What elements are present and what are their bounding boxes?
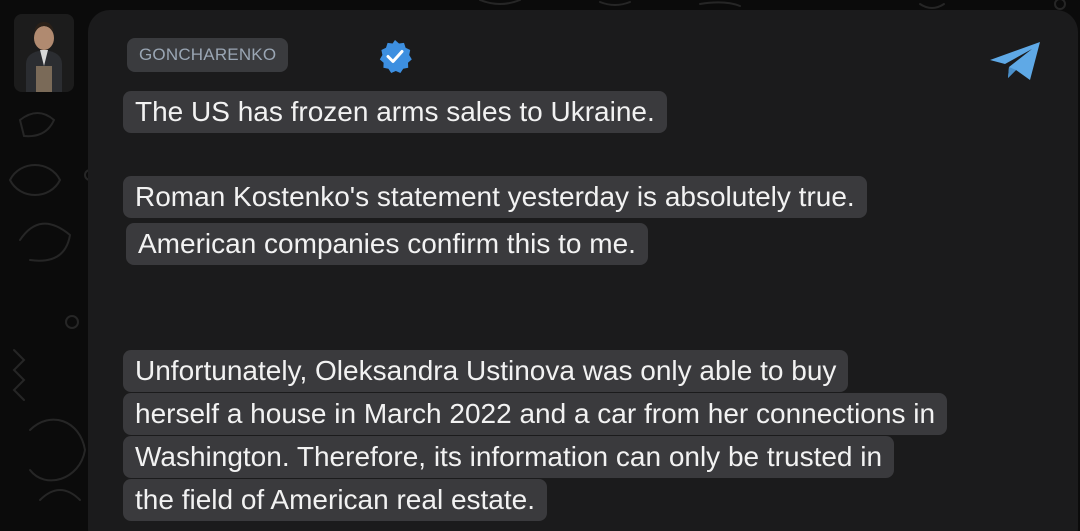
screenshot: GONCHARENKO The US has frozen arms sales… [0, 0, 1080, 531]
telegram-plane-icon [990, 42, 1040, 80]
message-line: The US has frozen arms sales to Ukraine. [123, 91, 667, 133]
verified-check-icon [379, 40, 412, 73]
person-avatar-icon [14, 14, 74, 92]
message-line: Unfortunately, Oleksandra Ustinova was o… [123, 350, 849, 392]
message-line: the field of American real estate. [123, 479, 547, 521]
message-line: herself a house in March 2022 and a car … [123, 393, 948, 435]
message-line: American companies confirm this to me. [126, 223, 648, 265]
message-line: Washington. Therefore, its information c… [123, 436, 895, 478]
channel-avatar[interactable] [14, 14, 74, 92]
message-line: Roman Kostenko's statement yesterday is … [123, 176, 867, 218]
sender-name[interactable]: GONCHARENKO [127, 38, 289, 72]
